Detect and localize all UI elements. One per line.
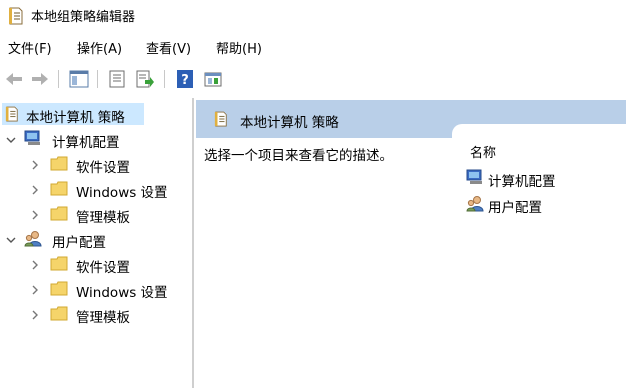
- column-header-name[interactable]: 名称: [470, 142, 496, 161]
- chevron-right-icon[interactable]: [30, 184, 40, 195]
- tree-item-user-config[interactable]: 用户配置: [2, 228, 172, 251]
- tree-item-label: 用户配置: [52, 235, 106, 251]
- navigation-tree: 本地计算机 策略 计算机配置 软件设置 Windows 设置 管理模板 用户配置…: [0, 98, 194, 388]
- tree-item-label: 计算机配置: [52, 135, 120, 151]
- tree-item-software-settings[interactable]: 软件设置: [2, 153, 182, 176]
- tree-item-label: 软件设置: [76, 260, 130, 276]
- folder-icon: [50, 256, 68, 275]
- policy-document-icon: [5, 106, 19, 126]
- list-item-label: 用户配置: [488, 200, 542, 216]
- policy-document-icon: [8, 7, 24, 29]
- toolbar: ?: [0, 62, 626, 96]
- properties-icon[interactable]: [107, 69, 127, 89]
- users-icon: [24, 230, 42, 251]
- tree-item-label: 软件设置: [76, 160, 130, 176]
- chevron-right-icon[interactable]: [30, 284, 40, 295]
- chevron-right-icon[interactable]: [30, 209, 40, 220]
- list-item-label: 计算机配置: [488, 174, 556, 190]
- tree-item-label: 管理模板: [76, 210, 130, 226]
- tree-item-label: 管理模板: [76, 310, 130, 326]
- toolbar-separator: [164, 70, 165, 88]
- chevron-right-icon[interactable]: [30, 309, 40, 320]
- list-item-user-config[interactable]: 用户配置: [466, 194, 586, 216]
- window-title: 本地组策略编辑器: [31, 10, 136, 25]
- tree-item-user-admin-templates[interactable]: 管理模板: [2, 303, 182, 326]
- svg-text:?: ?: [181, 73, 189, 88]
- chevron-right-icon[interactable]: [30, 159, 40, 170]
- menu-bar: 文件(F) 操作(A) 查看(V) 帮助(H): [0, 36, 626, 58]
- show-hide-tree-icon[interactable]: [69, 69, 89, 89]
- tree-item-label: Windows 设置: [76, 185, 168, 201]
- chevron-down-icon[interactable]: [6, 134, 16, 144]
- users-icon: [466, 195, 484, 216]
- header-notch: [452, 124, 626, 140]
- chevron-down-icon[interactable]: [6, 234, 16, 244]
- chevron-right-icon[interactable]: [30, 259, 40, 270]
- menu-view[interactable]: 查看(V): [146, 38, 191, 57]
- toolbar-separator: [97, 70, 98, 88]
- title-bar: 本地组策略编辑器: [0, 0, 626, 30]
- console-view-icon[interactable]: [203, 69, 223, 89]
- menu-help[interactable]: 帮助(H): [216, 38, 262, 57]
- tree-item-user-software-settings[interactable]: 软件设置: [2, 253, 182, 276]
- menu-action[interactable]: 操作(A): [77, 38, 122, 57]
- tree-item-computer-config[interactable]: 计算机配置: [2, 128, 172, 151]
- folder-icon: [50, 306, 68, 325]
- list-item-computer-config[interactable]: 计算机配置: [466, 168, 586, 190]
- help-icon[interactable]: ?: [175, 69, 195, 89]
- tree-item-windows-settings[interactable]: Windows 设置: [2, 178, 184, 201]
- tree-item-admin-templates[interactable]: 管理模板: [2, 203, 182, 226]
- tree-item-user-windows-settings[interactable]: Windows 设置: [2, 278, 184, 301]
- policy-document-icon: [214, 111, 228, 131]
- export-list-icon[interactable]: [135, 69, 155, 89]
- details-header: 本地计算机 策略: [196, 100, 626, 140]
- back-arrow-icon[interactable]: [4, 69, 24, 89]
- tree-item-local-computer-policy[interactable]: 本地计算机 策略: [2, 103, 144, 126]
- folder-icon: [50, 181, 68, 200]
- computer-icon: [466, 169, 484, 190]
- folder-icon: [50, 156, 68, 175]
- computer-icon: [24, 130, 42, 151]
- tree-item-label: Windows 设置: [76, 285, 168, 301]
- details-header-title: 本地计算机 策略: [240, 115, 339, 131]
- menu-file[interactable]: 文件(F): [8, 38, 52, 57]
- description-text: 选择一个项目来查看它的描述。: [204, 148, 393, 164]
- details-pane: 本地计算机 策略 选择一个项目来查看它的描述。 名称 计算机配置 用户配置: [194, 98, 626, 388]
- tree-item-label: 本地计算机 策略: [26, 110, 125, 126]
- forward-arrow-icon[interactable]: [30, 69, 50, 89]
- folder-icon: [50, 281, 68, 300]
- toolbar-separator: [58, 70, 59, 88]
- folder-icon: [50, 206, 68, 225]
